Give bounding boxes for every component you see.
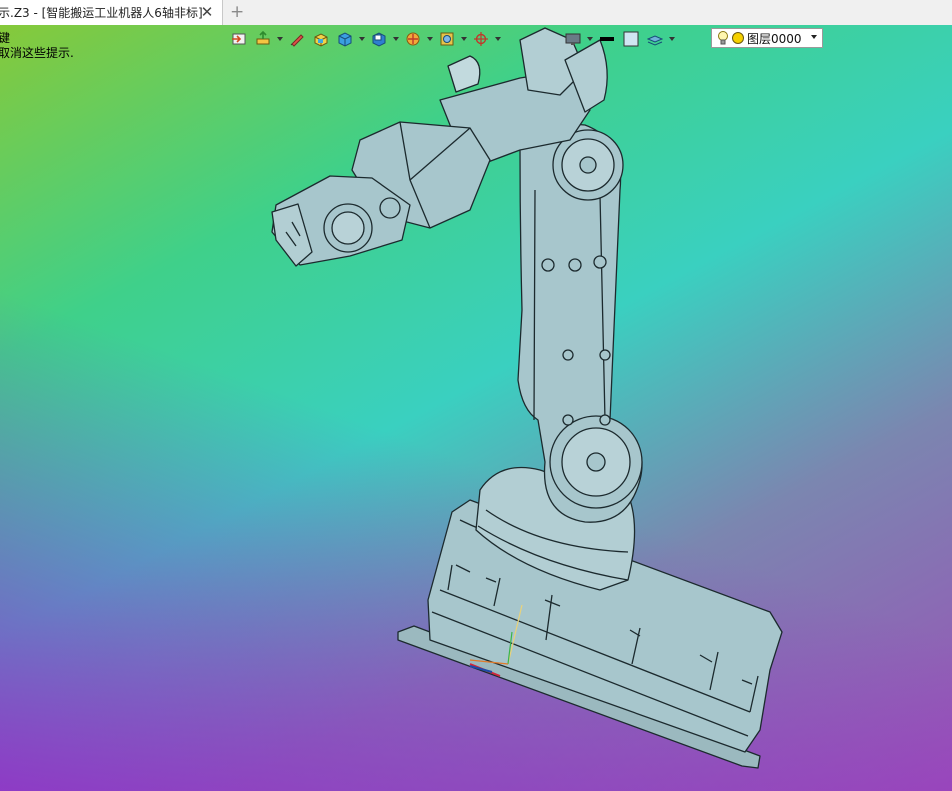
layer-color-dot-icon bbox=[732, 32, 744, 44]
view-cube-icon[interactable] bbox=[368, 28, 390, 50]
hint-line-2: 取消这些提示. bbox=[0, 46, 74, 60]
layer-dropdown[interactable]: 图层0000 bbox=[711, 28, 823, 48]
3d-viewport[interactable] bbox=[0, 25, 952, 791]
hint-text: 键 取消这些提示. bbox=[0, 31, 74, 61]
motor-cap bbox=[447, 55, 481, 93]
document-tab-title: 示.Z3 - [智能搬运工业机器人6轴非标] bbox=[0, 6, 203, 20]
cube-blue-icon[interactable] bbox=[334, 28, 356, 50]
fill-color-icon[interactable] bbox=[620, 28, 642, 50]
layer-stack-icon[interactable] bbox=[644, 28, 666, 50]
chevron-down-icon[interactable] bbox=[586, 28, 594, 50]
crosshair-icon[interactable] bbox=[470, 28, 492, 50]
lightbulb-icon[interactable] bbox=[716, 30, 730, 46]
line-color-icon[interactable] bbox=[596, 28, 618, 50]
chevron-down-icon[interactable] bbox=[460, 28, 468, 50]
chevron-down-icon[interactable] bbox=[668, 28, 676, 50]
render-mode-icon[interactable] bbox=[436, 28, 458, 50]
chevron-down-icon[interactable] bbox=[426, 28, 434, 50]
cube-yellow-icon[interactable] bbox=[310, 28, 332, 50]
add-tab-icon[interactable]: + bbox=[230, 3, 244, 21]
chevron-down-icon[interactable] bbox=[494, 28, 502, 50]
document-tab[interactable]: 示.Z3 - [智能搬运工业机器人6轴非标] ✕ bbox=[0, 0, 223, 25]
toolbar-gap bbox=[504, 28, 560, 50]
align-icon[interactable] bbox=[252, 28, 274, 50]
view-toolbar bbox=[228, 28, 676, 50]
chevron-down-icon[interactable] bbox=[811, 35, 817, 39]
display-icon[interactable] bbox=[562, 28, 584, 50]
chevron-down-icon[interactable] bbox=[392, 28, 400, 50]
import-icon[interactable] bbox=[228, 28, 250, 50]
chevron-down-icon[interactable] bbox=[276, 28, 284, 50]
layer-name: 图层0000 bbox=[747, 31, 802, 46]
chevron-down-icon[interactable] bbox=[358, 28, 366, 50]
pencil-icon[interactable] bbox=[286, 28, 308, 50]
robot-arm-model[interactable] bbox=[0, 25, 952, 791]
close-icon[interactable]: ✕ bbox=[200, 4, 214, 20]
section-icon[interactable] bbox=[402, 28, 424, 50]
hint-line-1: 键 bbox=[0, 31, 11, 45]
document-tab-bar: 示.Z3 - [智能搬运工业机器人6轴非标] ✕ + bbox=[0, 0, 952, 26]
